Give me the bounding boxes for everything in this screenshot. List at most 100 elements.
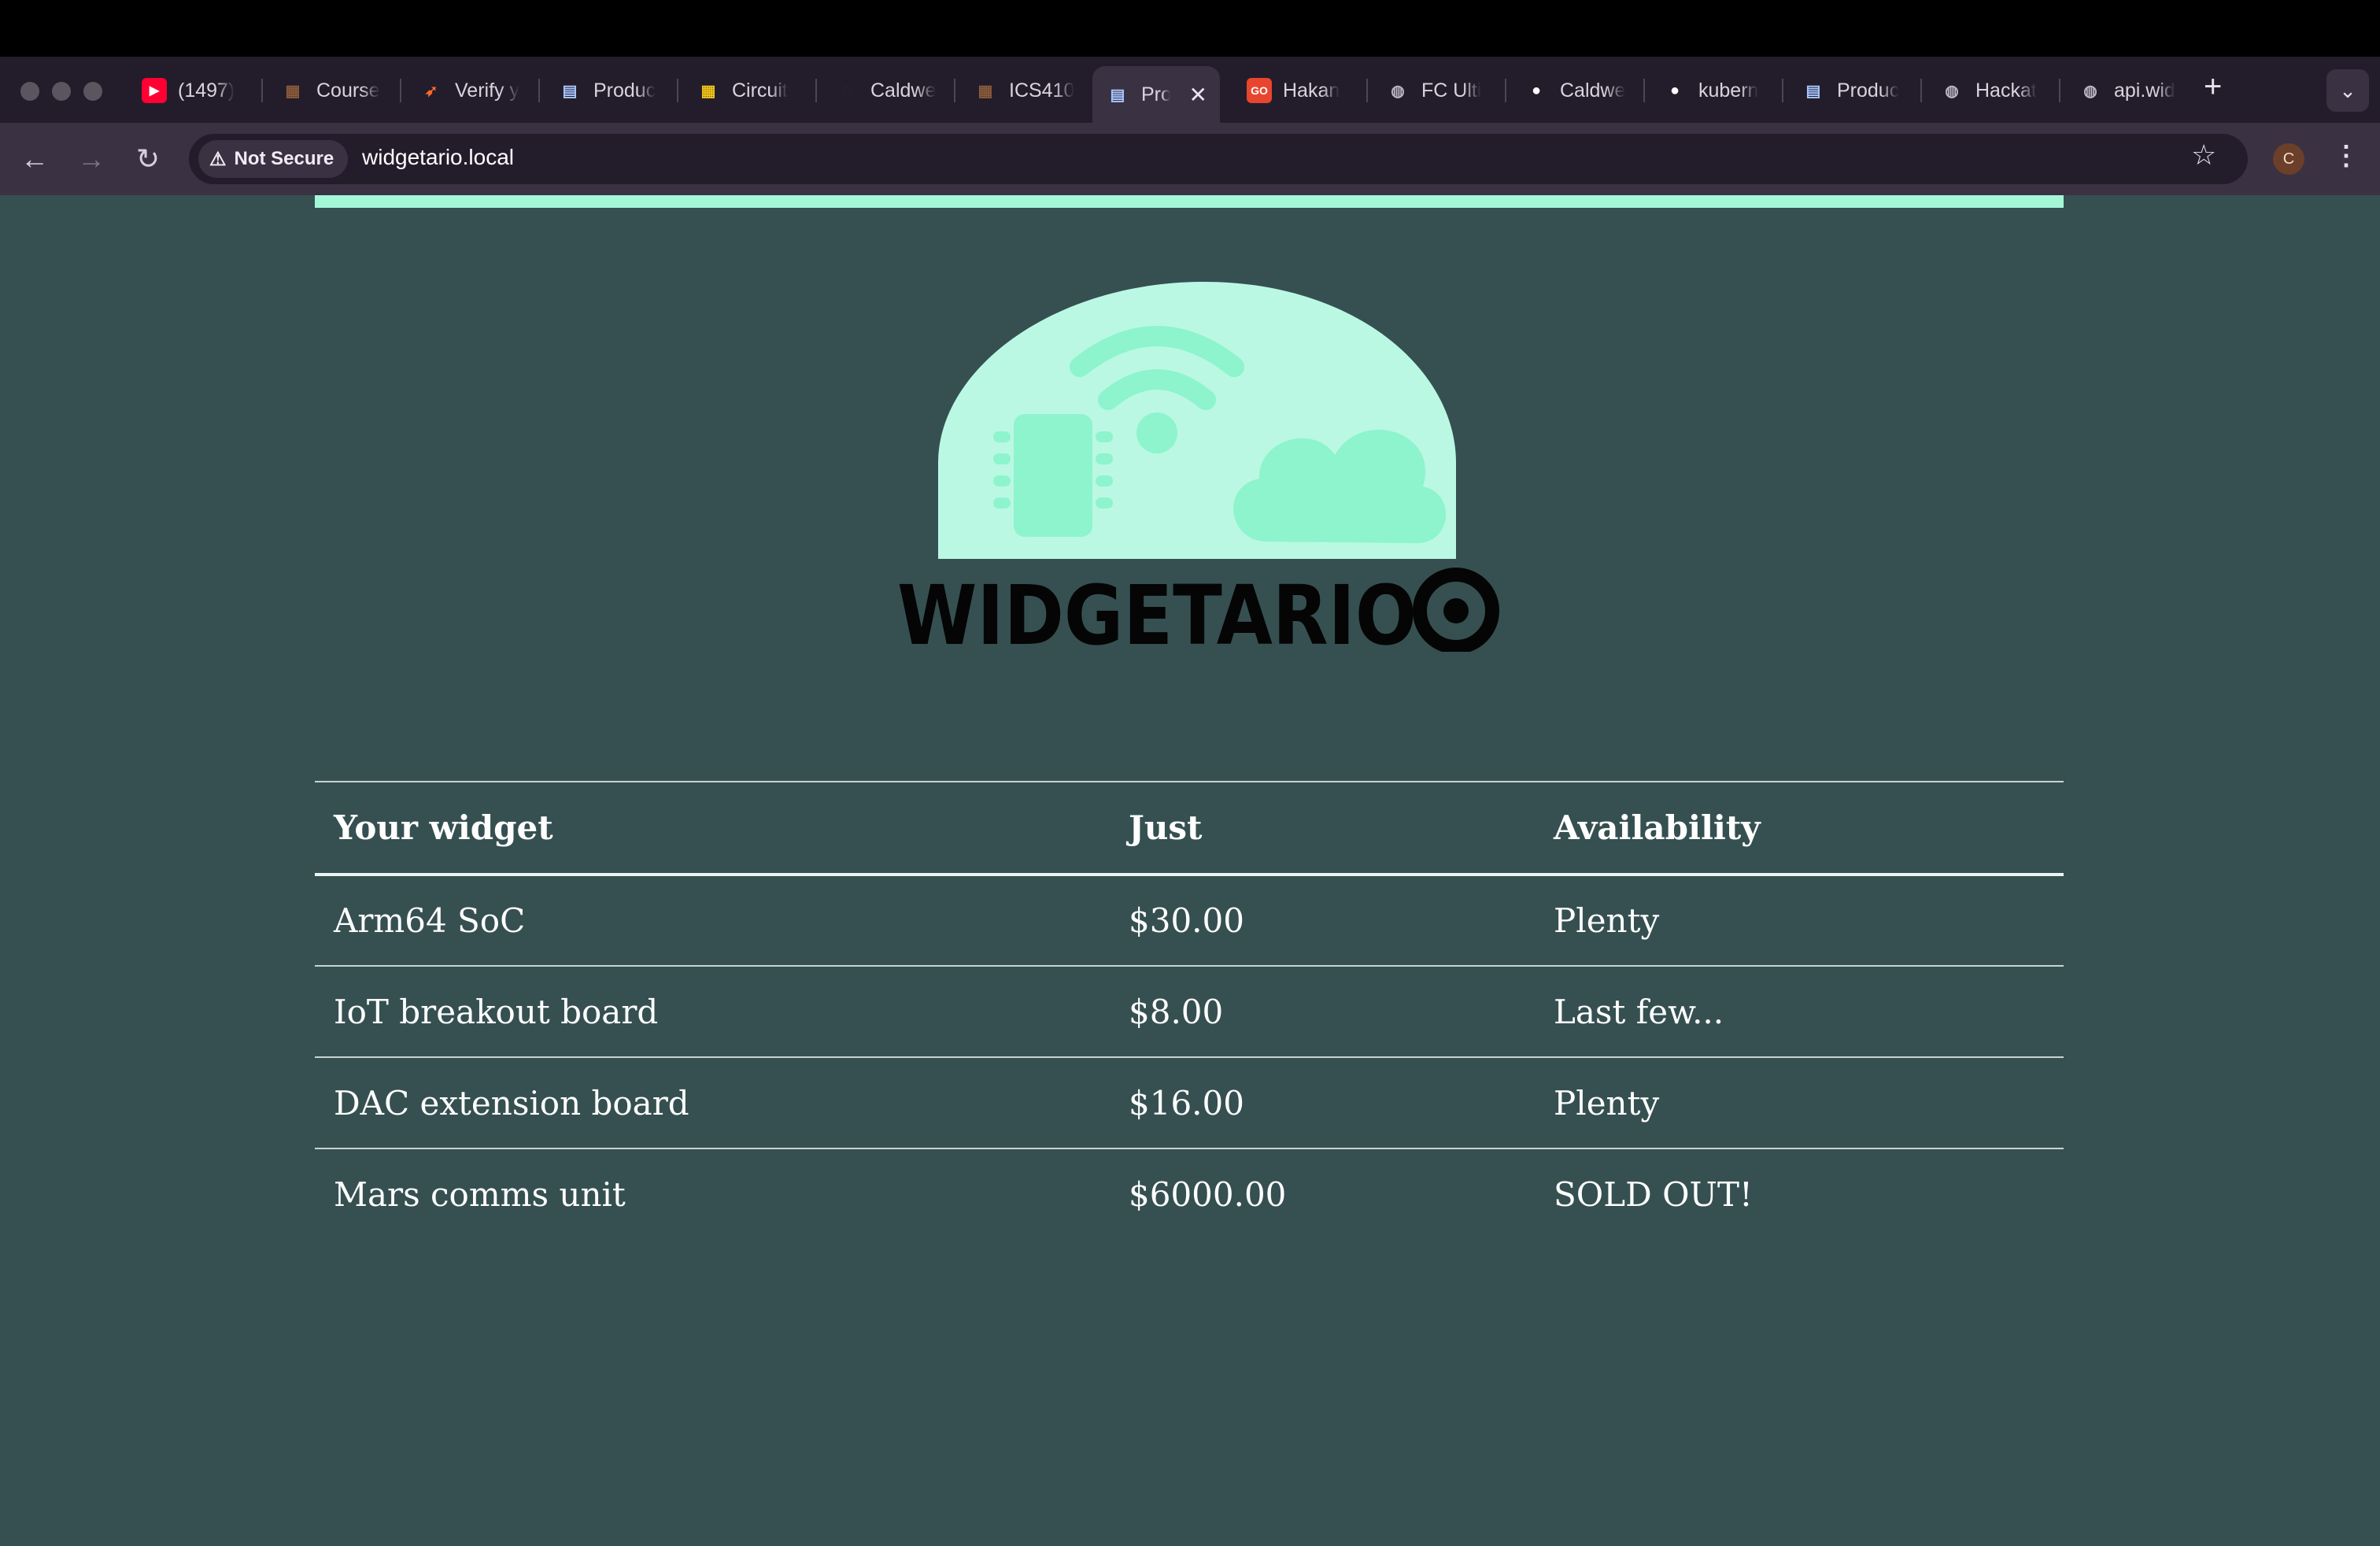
tab-separator bbox=[677, 79, 678, 102]
browser-tab[interactable]: ▦ Course bbox=[268, 66, 397, 115]
browser-tab[interactable]: ◍ api.wid bbox=[2065, 66, 2194, 115]
tab-label: Hackat bbox=[1975, 79, 2037, 102]
browser-tab[interactable]: ▤ Pro ✕ bbox=[1092, 66, 1220, 123]
tab-separator bbox=[400, 79, 401, 102]
github-icon: ● bbox=[1531, 81, 1542, 99]
tab-separator bbox=[2059, 79, 2060, 102]
ics-favicon: ▦ bbox=[978, 82, 993, 100]
tab-label: FC Ulti bbox=[1421, 79, 1482, 102]
reload-icon: ↻ bbox=[135, 142, 161, 175]
tab-label: Pro bbox=[1141, 83, 1170, 105]
browser-tab[interactable]: ▤ Produc bbox=[1788, 66, 1917, 115]
back-button[interactable]: ← bbox=[14, 139, 55, 179]
widget-availability-cell: Last few... bbox=[1554, 992, 1724, 1031]
tab-separator bbox=[1782, 79, 1783, 102]
tab-label: api.wid bbox=[2114, 79, 2175, 102]
widget-availability-cell: SOLD OUT! bbox=[1554, 1175, 1753, 1214]
tab-label: Verify y bbox=[455, 79, 519, 102]
close-window-button[interactable] bbox=[20, 82, 39, 101]
browser-tab[interactable]: ▦ ICS410 bbox=[960, 66, 1089, 115]
tab-separator bbox=[538, 79, 540, 102]
verify-favicon: ➶ bbox=[424, 82, 438, 100]
youtube-icon: ▶ bbox=[142, 78, 167, 103]
new-tab-button[interactable]: + bbox=[2204, 69, 2222, 105]
arrow-right-icon: → bbox=[77, 142, 105, 175]
widget-name-cell: DAC extension board bbox=[334, 1083, 689, 1123]
tab-label: Circuit bbox=[732, 79, 788, 102]
widget-price-cell: $30.00 bbox=[1129, 901, 1244, 940]
widget-name-cell: IoT breakout board bbox=[334, 992, 659, 1031]
macos-title-area bbox=[0, 0, 2380, 57]
tab-separator bbox=[815, 79, 817, 102]
tab-label: Caldwe bbox=[1560, 79, 1626, 102]
brand-wordmark: WIDGETARIO bbox=[897, 568, 1417, 652]
widget-price-cell: $6000.00 bbox=[1129, 1175, 1287, 1214]
column-header-widget: Your widget bbox=[334, 808, 553, 847]
profile-avatar[interactable]: C bbox=[2273, 143, 2304, 175]
browser-tab[interactable]: ➶ Verify y bbox=[406, 66, 535, 115]
document-icon: ▤ bbox=[1110, 86, 1125, 104]
chevron-down-icon: ⌄ bbox=[2339, 78, 2356, 102]
logo-graphic-icon: WIDGETARIO bbox=[897, 282, 1499, 664]
table-row: IoT breakout board $8.00 Last few... bbox=[315, 966, 2064, 1057]
browser-tab[interactable]: ◍ Hackat bbox=[1927, 66, 2056, 115]
browser-tab[interactable]: GO Hakan bbox=[1234, 66, 1363, 115]
forward-button[interactable]: → bbox=[71, 139, 112, 179]
tab-separator bbox=[261, 79, 263, 102]
browser-tab[interactable]: ● kubern bbox=[1650, 66, 1779, 115]
github-icon: ● bbox=[1669, 81, 1680, 99]
widgetario-logo: WIDGETARIO bbox=[897, 282, 1511, 664]
widget-availability-cell: Plenty bbox=[1554, 901, 1660, 940]
close-tab-icon[interactable]: ✕ bbox=[1189, 82, 1207, 108]
warning-triangle-icon: ⚠ bbox=[209, 148, 227, 170]
circuit-favicon: ▦ bbox=[700, 82, 716, 100]
globe-icon: ◍ bbox=[2083, 82, 2097, 100]
tab-separator bbox=[1920, 79, 1922, 102]
zoom-window-button[interactable] bbox=[83, 82, 102, 101]
tab-separator bbox=[954, 79, 955, 102]
widget-price-table: Your widget Just Availability Arm64 SoC … bbox=[315, 781, 2064, 1240]
tab-label: Produc bbox=[593, 79, 656, 102]
browser-tab[interactable]: ▶ (1497) bbox=[129, 66, 258, 115]
url-text[interactable]: widgetario.local bbox=[362, 145, 514, 170]
document-icon: ▤ bbox=[562, 82, 578, 100]
tab-search-button[interactable]: ⌄ bbox=[2326, 69, 2369, 112]
globe-icon: ◍ bbox=[1945, 82, 1959, 100]
browser-tab[interactable]: ▤ Produc bbox=[545, 66, 674, 115]
table-row: DAC extension board $16.00 Plenty bbox=[315, 1057, 2064, 1148]
tab-separator bbox=[1643, 79, 1645, 102]
arrow-left-icon: ← bbox=[20, 142, 49, 175]
table-header-row: Your widget Just Availability bbox=[315, 782, 2064, 875]
minimize-window-button[interactable] bbox=[52, 82, 71, 101]
header-accent-bar bbox=[315, 195, 2064, 208]
tab-label: Produc bbox=[1837, 79, 1900, 102]
reload-button[interactable]: ↻ bbox=[128, 139, 168, 179]
widget-name-cell: Arm64 SoC bbox=[334, 901, 526, 940]
browser-tab[interactable]: ▦ Circuit bbox=[683, 66, 812, 115]
table-row: Arm64 SoC $30.00 Plenty bbox=[315, 875, 2064, 966]
page-content: WIDGETARIO Your widget Just Availability… bbox=[0, 195, 2380, 1546]
security-label: Not Secure bbox=[234, 148, 334, 169]
go-favicon: GO bbox=[1247, 78, 1272, 103]
tab-label: kubern bbox=[1698, 79, 1759, 102]
column-header-availability: Availability bbox=[1554, 808, 1761, 847]
browser-tab[interactable]: ◍ FC Ulti bbox=[1373, 66, 1502, 115]
course-favicon: ▦ bbox=[285, 82, 301, 100]
tab-label: (1497) bbox=[178, 79, 235, 102]
widget-name-cell: Mars comms unit bbox=[334, 1175, 626, 1214]
document-icon: ▤ bbox=[1805, 82, 1821, 100]
tab-label: Course bbox=[316, 79, 380, 102]
column-header-price: Just bbox=[1129, 808, 1203, 847]
menu-kebab-icon[interactable]: ⋮ bbox=[2333, 140, 2360, 172]
globe-icon: ◍ bbox=[1391, 82, 1405, 100]
bookmark-star-icon[interactable]: ☆ bbox=[2191, 139, 2216, 172]
security-chip[interactable]: ⚠ Not Secure bbox=[198, 140, 349, 178]
tab-label: ICS410 bbox=[1009, 79, 1075, 102]
browser-tab[interactable]: ◌ Caldwe bbox=[822, 66, 951, 115]
widget-price-cell: $8.00 bbox=[1129, 992, 1224, 1031]
widget-availability-cell: Plenty bbox=[1554, 1083, 1660, 1123]
browser-tab[interactable]: ● Caldwe bbox=[1511, 66, 1640, 115]
tab-label: Caldwe bbox=[870, 79, 937, 102]
table-row: Mars comms unit $6000.00 SOLD OUT! bbox=[315, 1148, 2064, 1240]
tab-label: Hakan bbox=[1283, 79, 1340, 102]
